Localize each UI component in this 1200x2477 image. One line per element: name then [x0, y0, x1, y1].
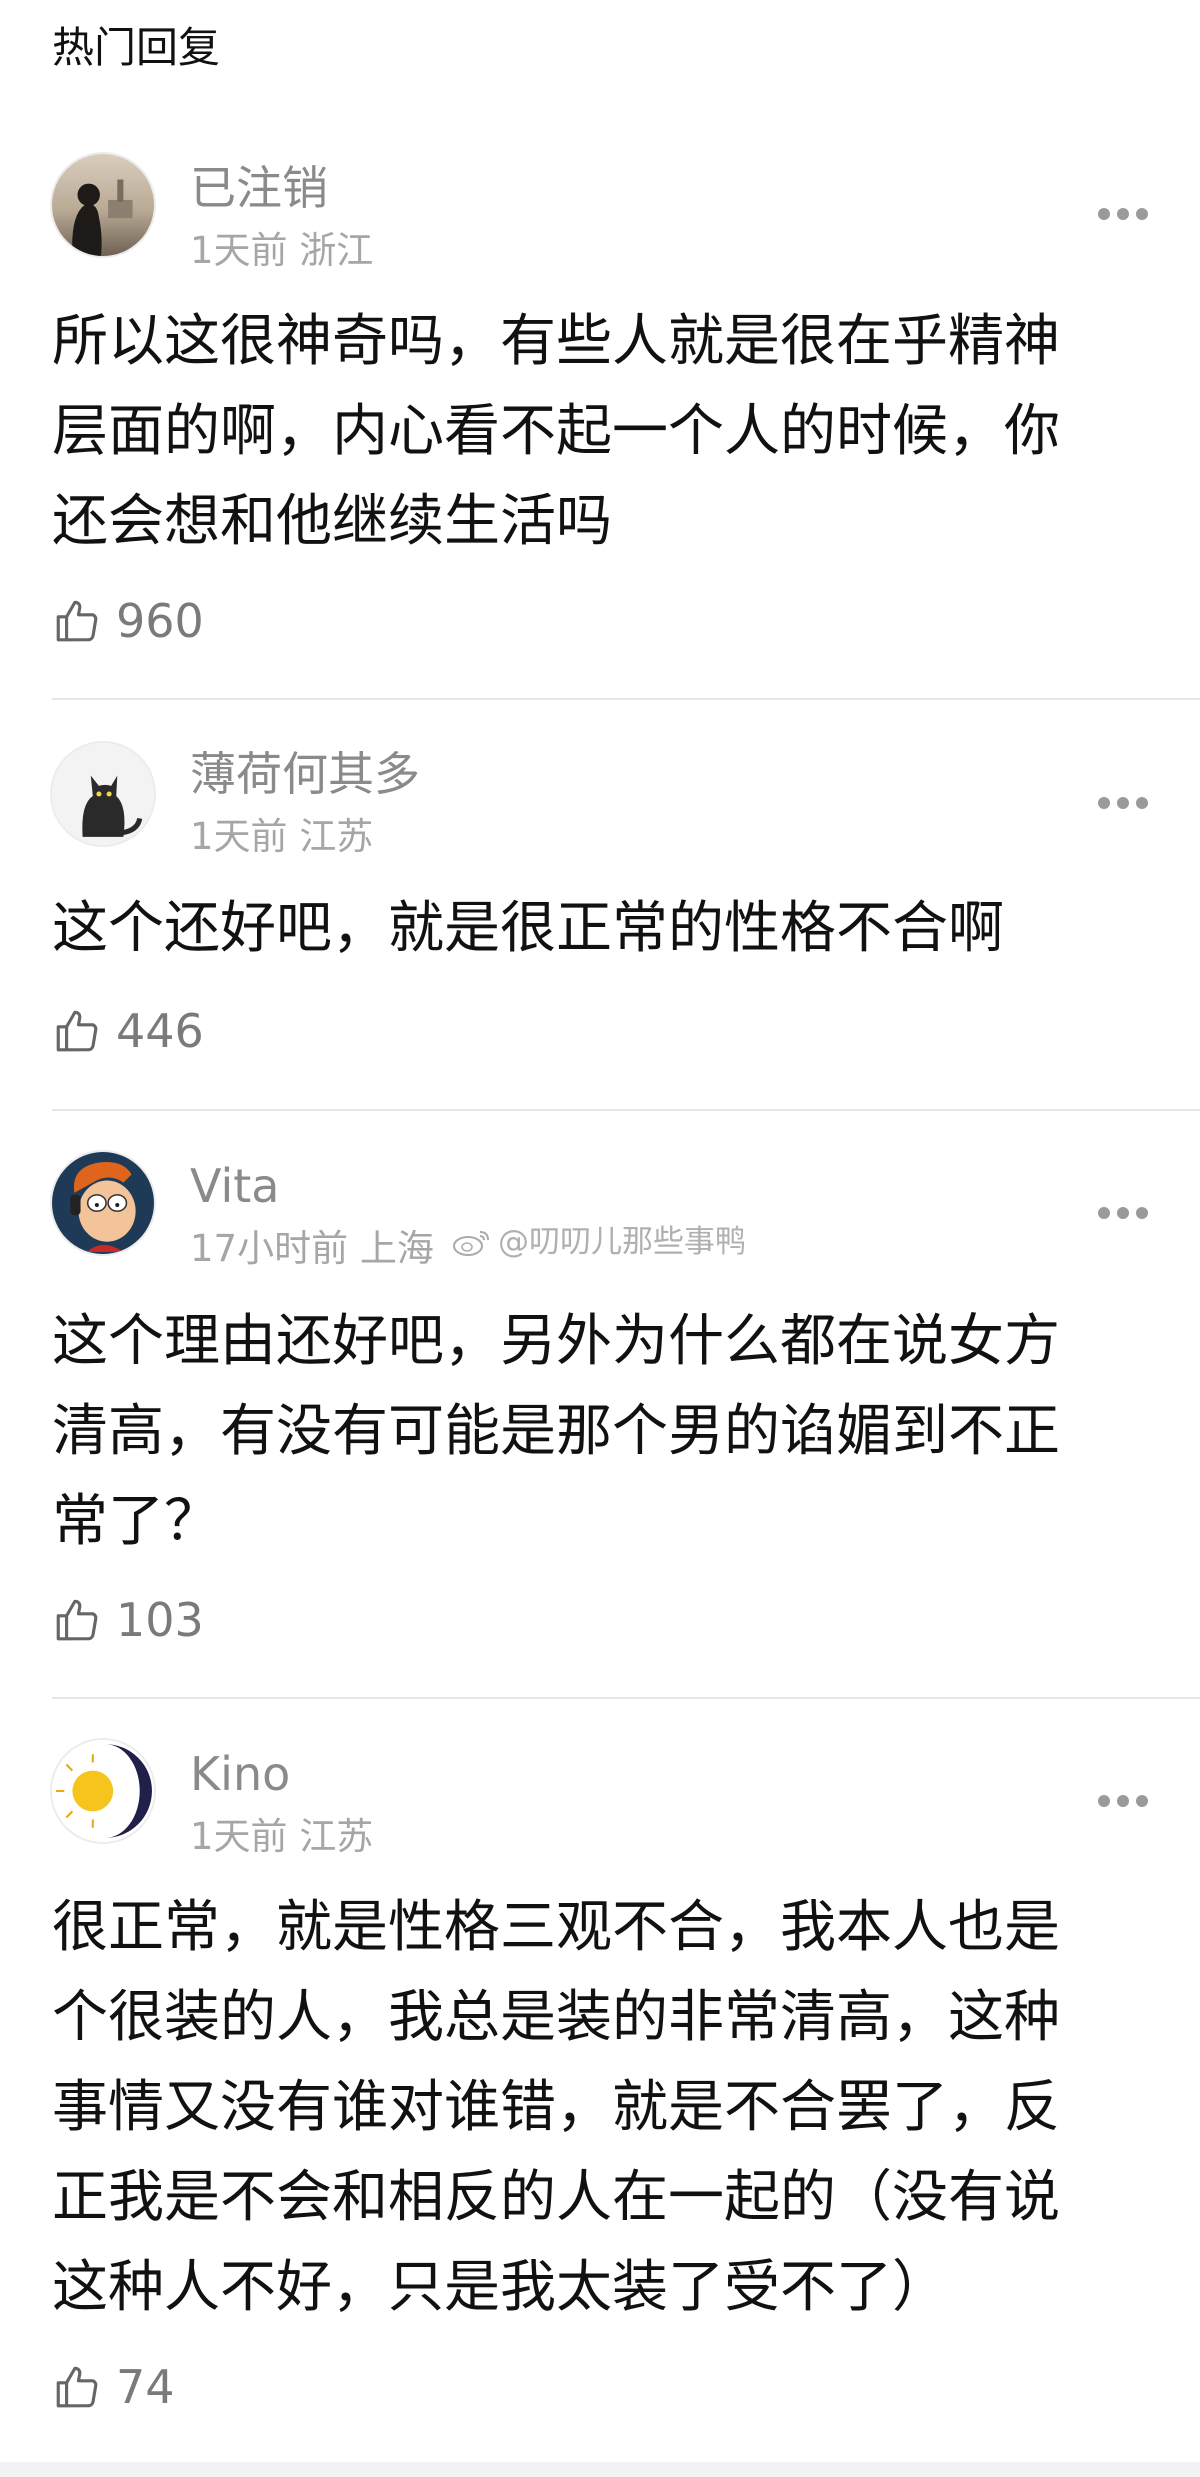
comment-time: 1天前	[190, 815, 288, 858]
thumbs-up-icon	[56, 1010, 98, 1052]
comment-time: 1天前	[190, 229, 288, 272]
more-dots-icon[interactable]	[1098, 796, 1148, 810]
comment-location: 江苏	[299, 1815, 374, 1858]
like-button[interactable]: 103	[52, 1590, 204, 1650]
page-title: 热门回复	[52, 23, 221, 72]
avatar[interactable]	[50, 741, 156, 847]
like-button[interactable]: 960	[52, 591, 204, 651]
comment-time: 17小时前	[190, 1227, 349, 1270]
comment-username[interactable]: Kino	[190, 1744, 290, 1804]
comment-meta: 1天前 江苏	[190, 812, 373, 862]
avatar-image	[52, 1152, 154, 1254]
more-dots-icon[interactable]	[1098, 1206, 1148, 1220]
thumbs-up-icon	[56, 1599, 98, 1641]
comment-text: 这个还好吧，就是很正常的性格不合啊	[52, 896, 1004, 961]
watermark: @叨叨儿那些事鸭	[452, 1222, 746, 1262]
avatar-image	[52, 1740, 154, 1842]
comment-username[interactable]: 已注销	[190, 158, 328, 218]
avatar[interactable]	[50, 1150, 156, 1256]
thumbs-up-icon	[56, 600, 98, 642]
like-count: 960	[116, 594, 204, 648]
like-count: 446	[116, 1004, 204, 1058]
bottom-bar	[0, 2462, 1200, 2477]
like-button[interactable]: 446	[52, 1001, 204, 1061]
comment-location: 江苏	[299, 815, 374, 858]
comment-text: 很正常，就是性格三观不合，我本人也是 个很装的人，我总是装的非常清高，这种 事情…	[52, 1895, 1060, 2320]
divider	[52, 698, 1200, 700]
comment-meta: 1天前 浙江	[190, 226, 373, 276]
comment-meta: 17小时前 上海	[190, 1224, 434, 1274]
avatar[interactable]	[50, 152, 156, 258]
comment-location: 上海	[359, 1227, 434, 1270]
comment-time: 1天前	[190, 1815, 288, 1858]
watermark-text: @叨叨儿那些事鸭	[498, 1224, 746, 1260]
avatar-image	[52, 743, 154, 845]
divider	[52, 1109, 1200, 1111]
like-count: 103	[116, 1593, 204, 1647]
comment-username[interactable]: Vita	[190, 1156, 279, 1216]
avatar[interactable]	[50, 1738, 156, 1844]
comment-text: 这个理由还好吧，另外为什么都在说女方 清高，有没有可能是那个男的谄媚到不正 常了…	[52, 1309, 1060, 1554]
divider	[52, 1697, 1200, 1699]
like-count: 74	[116, 2360, 175, 2414]
more-dots-icon[interactable]	[1098, 207, 1148, 221]
weibo-logo-icon	[453, 1231, 489, 1256]
comment-text: 所以这很神奇吗，有些人就是很在乎精神 层面的啊，内心看不起一个人的时候，你 还会…	[52, 309, 1060, 554]
thumbs-up-icon	[56, 2366, 98, 2408]
like-button[interactable]: 74	[52, 2357, 175, 2417]
comment-username[interactable]: 薄荷何其多	[190, 744, 420, 804]
more-dots-icon[interactable]	[1098, 1794, 1148, 1808]
comment-meta: 1天前 江苏	[190, 1812, 373, 1862]
avatar-image	[52, 154, 154, 256]
comment-location: 浙江	[299, 229, 374, 272]
